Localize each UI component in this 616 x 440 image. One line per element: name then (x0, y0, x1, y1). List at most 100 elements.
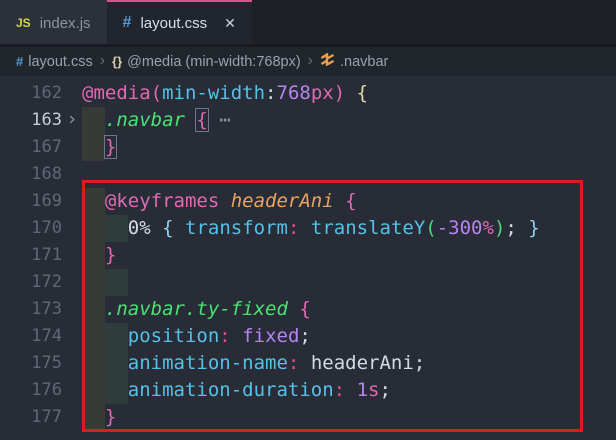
breadcrumb-item--media-min-width-768px-[interactable]: {} @media (min-width:768px) (112, 54, 301, 70)
code-token (151, 217, 162, 239)
code-token: { (196, 109, 207, 131)
code-line[interactable]: 167 } (0, 134, 616, 161)
close-icon[interactable]: ✕ (224, 15, 236, 32)
code-content: } (82, 242, 116, 269)
code-line[interactable]: 169 @keyframes headerAni { (0, 188, 616, 215)
tab-layout-css[interactable]: # layout.css ✕ (107, 0, 252, 44)
code-line[interactable]: 175 animation-name: headerAni; (0, 350, 616, 377)
code-token (288, 298, 299, 320)
line-number: 168 (0, 161, 62, 188)
braces-icon: {} (112, 54, 122, 69)
code-token: translateY (311, 217, 425, 239)
line-number: 174 (0, 323, 62, 350)
code-token: animation-name (128, 352, 288, 374)
code-line[interactable]: 174 position: fixed; (0, 323, 616, 350)
code-token: : (334, 379, 345, 401)
code-token: ; (299, 325, 310, 347)
tab-index-js[interactable]: JS index.js (0, 0, 107, 44)
code-token: headerAni (231, 190, 334, 212)
indent-guide-1 (82, 269, 105, 296)
code-content: @keyframes headerAni { (82, 188, 357, 215)
code-token: headerAni (311, 352, 414, 374)
tab-label: layout.css (140, 15, 207, 32)
code-editor: 162@media(min-width:768px) {163› .navbar… (0, 76, 616, 440)
code-content: .navbar.ty-fixed { (82, 296, 311, 323)
fold-column (62, 404, 82, 431)
js-file-icon: JS (16, 16, 31, 30)
code-token: ; (414, 352, 425, 374)
line-number: 176 (0, 377, 62, 404)
code-token: @media (82, 82, 151, 104)
code-token (82, 244, 105, 266)
code-token (334, 190, 345, 212)
code-token: ( (425, 217, 436, 239)
code-token: animation-duration (128, 379, 334, 401)
code-content: } (82, 134, 116, 161)
code-token (345, 379, 356, 401)
code-token (82, 352, 128, 374)
chevron-right-icon: › (100, 53, 105, 71)
line-number: 175 (0, 350, 62, 377)
code-content: animation-name: headerAni; (82, 350, 425, 377)
code-content: animation-duration: 1s; (82, 377, 391, 404)
code-token (219, 190, 230, 212)
code-line[interactable]: 168 (0, 161, 616, 188)
fold-column (62, 215, 82, 242)
code-line[interactable]: 163› .navbar { ⋯ (0, 107, 616, 134)
code-token: : (288, 217, 299, 239)
code-token (517, 217, 528, 239)
code-line[interactable]: 162@media(min-width:768px) { (0, 80, 616, 107)
code-line[interactable]: 171 } (0, 242, 616, 269)
breadcrumb-item--navbar[interactable]: .navbar (320, 53, 388, 70)
fold-column (62, 188, 82, 215)
code-token: transform (185, 217, 288, 239)
code-token (299, 352, 310, 374)
code-token: : (265, 82, 276, 104)
code-token: % (482, 217, 493, 239)
code-line[interactable]: 177 } (0, 404, 616, 431)
code-line[interactable]: 173 .navbar.ty-fixed { (0, 296, 616, 323)
fold-column (62, 161, 82, 188)
code-content: } (82, 404, 116, 431)
css-hash-icon: # (123, 14, 132, 32)
code-token: @keyframes (105, 190, 219, 212)
code-token: ) (494, 217, 505, 239)
line-number: 171 (0, 242, 62, 269)
line-number: 173 (0, 296, 62, 323)
breadcrumb-item-layout-css[interactable]: #layout.css (16, 54, 93, 70)
code-token: 768 (277, 82, 311, 104)
code-line[interactable]: 176 animation-duration: 1s; (0, 377, 616, 404)
code-token: ; (379, 379, 390, 401)
breadcrumb-label: @media (min-width:768px) (127, 54, 300, 70)
code-token: } (528, 217, 539, 239)
fold-column (62, 80, 82, 107)
code-token (82, 217, 128, 239)
code-token: 1 (357, 379, 368, 401)
fold-column (62, 134, 82, 161)
code-token (174, 217, 185, 239)
code-content: position: fixed; (82, 323, 311, 350)
line-number: 163 (0, 107, 62, 134)
line-number: 169 (0, 188, 62, 215)
code-token (82, 325, 128, 347)
code-content: .navbar { ⋯ (82, 107, 231, 134)
code-line[interactable]: 172 (0, 269, 616, 296)
breadcrumb: #layout.css › {} @media (min-width:768px) ›.… (0, 44, 616, 76)
code-line[interactable]: 170 0% { transform: translateY(-300%); } (0, 215, 616, 242)
code-token: .navbar.ty-fixed (105, 298, 288, 320)
code-token (82, 379, 128, 401)
code-token: ; (505, 217, 516, 239)
code-token (82, 406, 105, 428)
code-token: { (345, 190, 356, 212)
code-token: px (311, 82, 334, 104)
fold-column (62, 296, 82, 323)
code-token: ) (334, 82, 345, 104)
code-token: s (368, 379, 379, 401)
code-token: .navbar (105, 109, 185, 131)
code-token: fixed (242, 325, 299, 347)
tab-bar: JS index.js # layout.css ✕ (0, 0, 616, 44)
tab-label: index.js (40, 15, 91, 32)
chevron-right-icon: › (308, 53, 313, 71)
fold-chevron-icon[interactable]: › (62, 107, 82, 134)
line-number: 167 (0, 134, 62, 161)
